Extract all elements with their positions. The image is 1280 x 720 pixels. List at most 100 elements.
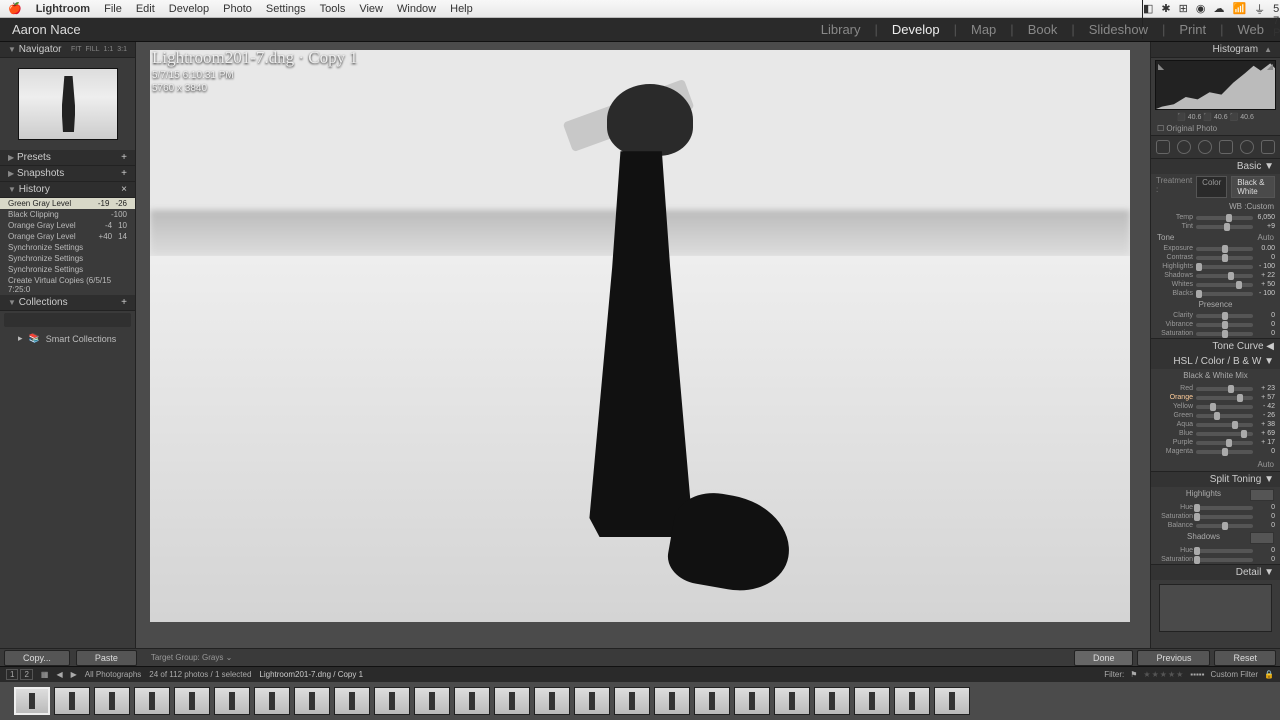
slider-red[interactable]: Red+ 23: [1151, 384, 1280, 393]
history-item[interactable]: Create Virtual Copies (6/5/15 7:25:0: [0, 275, 135, 295]
filmstrip-thumb[interactable]: [254, 687, 290, 715]
menu-file[interactable]: File: [104, 3, 122, 15]
slider-yellow[interactable]: Yellow- 42: [1151, 402, 1280, 411]
slider-magenta[interactable]: Magenta0: [1151, 447, 1280, 456]
menu-window[interactable]: Window: [397, 3, 436, 15]
slider-highlights[interactable]: Highlights- 100: [1151, 262, 1280, 271]
menu-view[interactable]: View: [359, 3, 383, 15]
gradient-tool[interactable]: [1219, 140, 1233, 154]
tray-icon[interactable]: 📶: [1232, 2, 1246, 15]
source-label[interactable]: All Photographs: [85, 670, 141, 679]
module-print[interactable]: Print: [1175, 22, 1210, 37]
spot-tool[interactable]: [1177, 140, 1191, 154]
paste-button[interactable]: Paste: [76, 650, 137, 666]
filmstrip-thumb[interactable]: [334, 687, 370, 715]
copy-button[interactable]: Copy...: [4, 650, 70, 666]
menu-tools[interactable]: Tools: [320, 3, 346, 15]
filmstrip-thumb[interactable]: [574, 687, 610, 715]
collections-header[interactable]: ▼ Collections+: [0, 295, 135, 311]
filmstrip-thumb[interactable]: [414, 687, 450, 715]
history-item[interactable]: Synchronize Settings: [0, 242, 135, 253]
custom-filter[interactable]: Custom Filter: [1210, 670, 1258, 679]
filmstrip-thumb[interactable]: [134, 687, 170, 715]
module-book[interactable]: Book: [1024, 22, 1062, 37]
original-photo-toggle[interactable]: ☐ Original Photo: [1151, 122, 1280, 135]
collections-filter[interactable]: [4, 313, 131, 327]
filmstrip-thumb[interactable]: [14, 687, 50, 715]
filmstrip-thumb[interactable]: [774, 687, 810, 715]
snapshots-header[interactable]: ▶ Snapshots+: [0, 166, 135, 182]
menu-help[interactable]: Help: [450, 3, 473, 15]
module-slideshow[interactable]: Slideshow: [1085, 22, 1152, 37]
history-item[interactable]: Black Clipping-100: [0, 209, 135, 220]
nav-fwd-icon[interactable]: ▶: [71, 670, 77, 679]
smart-collections[interactable]: ▸📚Smart Collections: [0, 329, 135, 348]
filmstrip-thumb[interactable]: [934, 687, 970, 715]
filmstrip-thumb[interactable]: [734, 687, 770, 715]
filmstrip-thumb[interactable]: [294, 687, 330, 715]
slider-vibrance[interactable]: Vibrance0: [1151, 320, 1280, 329]
filmstrip-thumb[interactable]: [494, 687, 530, 715]
slider-blacks[interactable]: Blacks- 100: [1151, 289, 1280, 298]
filmstrip-thumb[interactable]: [814, 687, 850, 715]
histogram[interactable]: ◣ ◢: [1155, 60, 1276, 110]
reset-button[interactable]: Reset: [1214, 650, 1276, 666]
slider-exposure[interactable]: Exposure0.00: [1151, 244, 1280, 253]
module-develop[interactable]: Develop: [888, 22, 944, 37]
slider-shadows[interactable]: Shadows+ 22: [1151, 271, 1280, 280]
history-header[interactable]: ▼ History×: [0, 182, 135, 198]
slider-contrast[interactable]: Contrast0: [1151, 253, 1280, 262]
menu-edit[interactable]: Edit: [136, 3, 155, 15]
redeye-tool[interactable]: [1198, 140, 1212, 154]
wb-dropdown[interactable]: Custom: [1246, 202, 1274, 211]
radial-tool[interactable]: [1240, 140, 1254, 154]
slider-purple[interactable]: Purple+ 17: [1151, 438, 1280, 447]
apple-icon[interactable]: 🍎: [8, 2, 22, 15]
treatment-color[interactable]: Color: [1196, 176, 1227, 198]
slider-whites[interactable]: Whites+ 50: [1151, 280, 1280, 289]
slider-saturation[interactable]: Saturation0: [1151, 512, 1280, 521]
tray-icon[interactable]: ◧: [1143, 2, 1153, 15]
module-map[interactable]: Map: [967, 22, 1000, 37]
filmstrip-thumb[interactable]: [654, 687, 690, 715]
filmstrip-thumb[interactable]: [214, 687, 250, 715]
filmstrip-thumb[interactable]: [94, 687, 130, 715]
tray-icon[interactable]: ☁: [1213, 2, 1224, 15]
slider-blue[interactable]: Blue+ 69: [1151, 429, 1280, 438]
previous-button[interactable]: Previous: [1137, 650, 1210, 666]
clip-shadow-icon[interactable]: ◣: [1158, 62, 1164, 71]
nav-3-1[interactable]: 3:1: [117, 46, 127, 53]
slider-clarity[interactable]: Clarity0: [1151, 311, 1280, 320]
nav-fit[interactable]: FIT: [71, 46, 82, 53]
bw-auto[interactable]: Auto: [1258, 460, 1274, 469]
treatment-bw[interactable]: Black & White: [1231, 176, 1275, 198]
filmstrip-thumb[interactable]: [454, 687, 490, 715]
slider-hue[interactable]: Hue0: [1151, 503, 1280, 512]
color-filter[interactable]: ▪▪▪▪▪: [1190, 670, 1204, 679]
wifi-icon[interactable]: ⏚: [1254, 1, 1265, 17]
slider-aqua[interactable]: Aqua+ 38: [1151, 420, 1280, 429]
breadcrumb[interactable]: Lightroom201-7.dng / Copy 1: [259, 670, 363, 679]
app-name[interactable]: Lightroom: [36, 3, 90, 15]
filmstrip-thumb[interactable]: [174, 687, 210, 715]
crop-tool[interactable]: [1156, 140, 1170, 154]
filmstrip-thumb[interactable]: [374, 687, 410, 715]
detail-preview[interactable]: [1159, 584, 1272, 632]
tray-icon[interactable]: ✱: [1161, 2, 1170, 15]
done-button[interactable]: Done: [1074, 650, 1134, 666]
menu-settings[interactable]: Settings: [266, 3, 306, 15]
slider-saturation[interactable]: Saturation0: [1151, 329, 1280, 338]
slider-temp[interactable]: Temp6,050: [1151, 213, 1280, 222]
rating-filter[interactable]: ★★★★★: [1143, 670, 1184, 679]
clock[interactable]: Fri Jun 5 7:36 PM: [1273, 0, 1280, 39]
target-group[interactable]: Grays: [202, 653, 223, 662]
highlight-swatch[interactable]: [1250, 489, 1274, 501]
module-web[interactable]: Web: [1234, 22, 1269, 37]
nav-fill[interactable]: FILL: [86, 46, 100, 53]
tray-icon[interactable]: ◉: [1196, 2, 1206, 15]
filmstrip[interactable]: [0, 682, 1280, 720]
image-viewport[interactable]: Lightroom201-7.dng · Copy 1 5/7/15 6:10:…: [136, 42, 1150, 648]
slider-tint[interactable]: Tint+9: [1151, 222, 1280, 231]
window-2[interactable]: 2: [20, 669, 32, 680]
slider-green[interactable]: Green- 26: [1151, 411, 1280, 420]
